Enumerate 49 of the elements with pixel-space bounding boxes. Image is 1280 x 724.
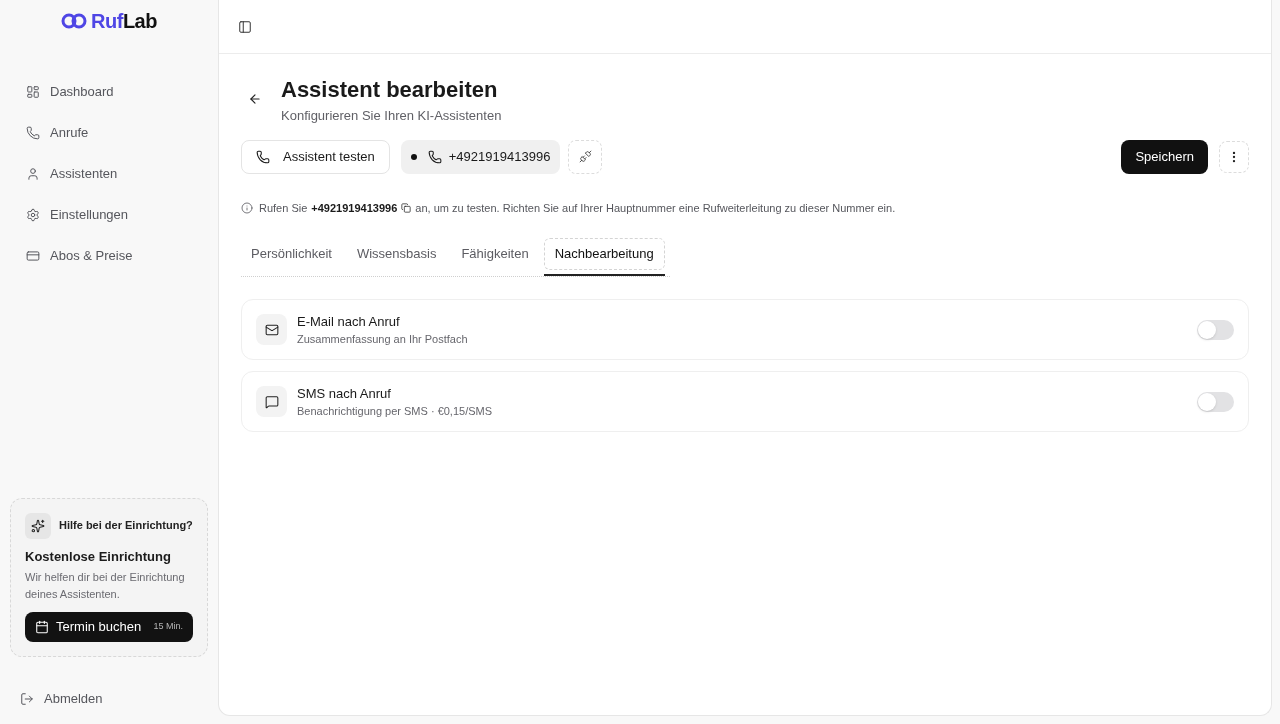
tab[interactable]: Fähigkeiten <box>451 238 539 276</box>
calendar-icon <box>35 620 49 634</box>
save-button[interactable]: Speichern <box>1121 139 1208 174</box>
tab[interactable]: Wissensbasis <box>346 238 447 276</box>
info-text: an, um zu testen. Richten Sie auf Ihrer Hauptnummer eine Rufweiterleitung zu dieser Nummer ein. <box>415 200 896 216</box>
sidebar-item[interactable]: Dashboard <box>0 71 218 112</box>
sidebar-item[interactable]: Abos & Preise <box>0 235 218 276</box>
help-title: Kostenlose Einrichtung <box>25 547 172 566</box>
unplug-button[interactable] <box>568 139 603 174</box>
logout-link[interactable]: Abmelden <box>20 687 103 711</box>
page-subtitle: Konfigurieren Sie Ihren KI-Assistenten <box>281 107 502 125</box>
phone-icon <box>427 149 442 164</box>
phone-number-button[interactable]: +4921919413996 <box>400 139 561 174</box>
page-title: Assistent bearbeiten <box>281 76 499 104</box>
phone-number-text: +4921919413996 <box>311 200 398 216</box>
dashboard-grid-icon <box>26 84 40 99</box>
mail-icon <box>256 314 287 345</box>
logo-icon <box>61 13 88 29</box>
setting-description: Benachrichtigung per SMS · €0,15/SMS <box>297 403 493 419</box>
credit-card-icon <box>26 248 40 263</box>
phone-icon <box>256 149 270 164</box>
sidebar-item[interactable]: Assistenten <box>0 153 218 194</box>
settings-icon <box>26 207 40 222</box>
duration-label: 15 Min. <box>153 620 183 634</box>
help-description: Wir helfen dir bei der Einrichtung deines Assistenten. <box>25 570 186 602</box>
sidebar-item[interactable]: Anrufe <box>0 112 218 153</box>
more-button[interactable] <box>1219 140 1249 173</box>
phone-icon <box>26 125 40 140</box>
tab[interactable]: Persönlichkeit <box>241 238 342 276</box>
info-text: Rufen Sie <box>259 200 308 216</box>
copy-icon[interactable] <box>401 202 412 213</box>
user-icon <box>26 166 40 181</box>
logout-icon <box>20 692 34 706</box>
chat-bubble-icon <box>256 386 287 417</box>
test-assistant-button[interactable]: Assistent testen <box>241 139 390 174</box>
toggle-switch[interactable] <box>1197 391 1234 412</box>
setting-title: E-Mail nach Anruf <box>297 312 401 331</box>
help-heading: Hilfe bei der Einrichtung? <box>59 518 193 534</box>
logo-text: RufLab <box>91 11 157 31</box>
toggle-switch[interactable] <box>1197 319 1234 340</box>
setting-description: Zusammenfassung an Ihr Postfach <box>297 331 468 347</box>
book-appointment-button[interactable]: Termin buchen 15 Min. <box>25 612 193 642</box>
plug-icon <box>578 150 592 163</box>
setting-title: SMS nach Anruf <box>297 384 392 403</box>
sidebar-item[interactable]: Einstellungen <box>0 194 218 235</box>
sidebar-toggle-button[interactable] <box>237 18 253 35</box>
panel-icon <box>238 19 252 34</box>
info-icon <box>241 201 253 214</box>
sparkle-icon <box>25 512 51 539</box>
